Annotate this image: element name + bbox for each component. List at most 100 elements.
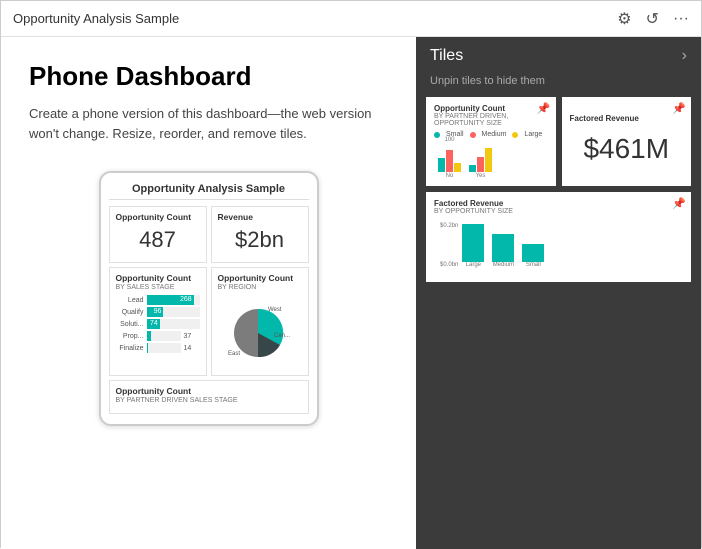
phone-revenue-tile[interactable]: Revenue $2bn	[211, 206, 309, 263]
no-bar-large	[454, 163, 461, 172]
more-icon[interactable]: ···	[673, 10, 689, 28]
page-description: Create a phone version of this dashboard…	[29, 104, 388, 143]
opp-bar-chart: 100 No 100	[434, 141, 548, 179]
top-bar-title: Opportunity Analysis Sample	[13, 11, 179, 26]
bar-large	[462, 224, 484, 262]
bar-small	[522, 244, 544, 262]
factored-bars: Large Medium Small	[462, 223, 677, 268]
phone-middle-row: Opportunity Count BY SALES STAGE Lead 26…	[109, 267, 309, 376]
bar-fill-solution: 74	[147, 319, 160, 329]
pin-icon-2[interactable]: 📌	[672, 102, 686, 115]
bar-row-qualify: Qualify 96	[116, 307, 200, 317]
bar-value-proposal: 37	[184, 333, 200, 340]
bar-medium	[492, 234, 514, 262]
pin-icon-3[interactable]: 📌	[672, 197, 686, 210]
bar-row-finalize: Finalize 14	[116, 343, 200, 353]
factored-size-chart: $0.2bn $0.0bn Large Medium	[434, 219, 683, 268]
top-bar: Opportunity Analysis Sample ⚙ ↺ ···	[1, 1, 701, 37]
tile-factored-size[interactable]: Factored Revenue BY OPPORTUNITY SIZE 📌 $…	[426, 192, 691, 282]
pie-label-east: East	[228, 351, 240, 357]
tile-factored-revenue[interactable]: Factored Revenue 📌 $461M	[562, 97, 692, 186]
bar-container-lead: 268	[147, 295, 200, 305]
phone-count-label: Opportunity Count	[116, 212, 200, 222]
tile-opp-title: Opportunity Count	[434, 104, 548, 113]
phone-bars: Lead 268 Qualify	[116, 295, 200, 353]
tiles-header: Tiles ›	[416, 37, 701, 75]
tile-opp-count-partner[interactable]: Opportunity Count BY PARTNER DRIVEN, OPP…	[426, 97, 556, 186]
tiles-arrow[interactable]: ›	[682, 47, 687, 65]
bar-group-small: Small	[522, 244, 544, 268]
y-label-top: $0.2bn	[440, 223, 458, 229]
phone-bottom-tile[interactable]: Opportunity Count BY PARTNER DRIVEN SALE…	[109, 380, 309, 414]
bar-row-lead: Lead 268	[116, 295, 200, 305]
bar-fill-proposal	[147, 331, 151, 341]
pie-label-west: West	[268, 307, 282, 313]
bar-fill-finalize	[147, 343, 149, 353]
bar-label-finalize: Finalize	[116, 345, 144, 352]
y-axis: $0.2bn $0.0bn	[440, 223, 458, 268]
phone-bar-label: Opportunity Count	[116, 273, 200, 283]
phone-bar-sub: BY SALES STAGE	[116, 284, 200, 291]
tiles-hint: Unpin tiles to hide them	[416, 75, 701, 97]
page-title: Phone Dashboard	[29, 61, 388, 92]
bar-container-solution: 74	[147, 319, 200, 329]
top-bar-icons: ⚙ ↺ ···	[617, 9, 689, 29]
settings-icon[interactable]: ⚙	[617, 9, 631, 29]
bar-value-finalize: 14	[184, 345, 200, 352]
tile-factored-title: Factored Revenue	[570, 114, 684, 123]
yes-label: Yes	[476, 173, 486, 179]
phone-bottom-label: Opportunity Count	[116, 386, 302, 396]
bar-label-proposal: Prop...	[116, 333, 144, 340]
no-bar-medium	[446, 150, 453, 172]
right-panel: Tiles › Unpin tiles to hide them Opportu…	[416, 37, 701, 549]
phone-region-label: Opportunity Count	[218, 273, 302, 283]
phone-top-row: Opportunity Count 487 Revenue $2bn	[109, 206, 309, 263]
pie-label-cen: Cen...	[274, 333, 290, 339]
phone-bar-tile[interactable]: Opportunity Count BY SALES STAGE Lead 26…	[109, 267, 207, 376]
yes-bar-small	[469, 165, 476, 172]
bar-group-medium: Medium	[492, 234, 514, 268]
phone-count-value: 487	[116, 223, 200, 257]
bar-container-finalize	[147, 343, 181, 353]
phone-region-sub: BY REGION	[218, 284, 302, 291]
bar-no-bars	[438, 144, 461, 172]
tiles-title: Tiles	[430, 47, 463, 65]
bar-row-proposal: Prop... 37	[116, 331, 200, 341]
phone-region-tile[interactable]: Opportunity Count BY REGION East West	[211, 267, 309, 376]
phone-dashboard-title: Opportunity Analysis Sample	[109, 183, 309, 200]
left-panel: Phone Dashboard Create a phone version o…	[1, 37, 416, 549]
bar-value-lead: 268	[180, 296, 192, 303]
undo-icon[interactable]: ↺	[646, 9, 659, 29]
bar-label-qualify: Qualify	[116, 309, 144, 316]
bar-container-qualify: 96	[147, 307, 200, 317]
bar-small-label: Small	[526, 262, 541, 268]
bar-label-solution: Soluti...	[116, 321, 144, 328]
bar-yes-bars	[469, 144, 492, 172]
tiles-grid: Opportunity Count BY PARTNER DRIVEN, OPP…	[416, 97, 701, 186]
bar-large-label: Large	[466, 262, 481, 268]
y-label-bottom: $0.0bn	[440, 262, 458, 268]
bar-axis-label-100: 100	[444, 137, 454, 143]
bar-value-qualify: 96	[154, 308, 162, 315]
tile-factored-size-title: Factored Revenue	[434, 199, 683, 208]
main-layout: Phone Dashboard Create a phone version o…	[1, 37, 701, 549]
bar-fill-qualify: 96	[147, 307, 164, 317]
phone-revenue-value: $2bn	[218, 223, 302, 257]
yes-bar-medium	[477, 157, 484, 172]
bar-medium-label: Medium	[493, 262, 514, 268]
no-bar-small	[438, 158, 445, 172]
phone-count-tile[interactable]: Opportunity Count 487	[109, 206, 207, 263]
tile-opp-sub: BY PARTNER DRIVEN, OPPORTUNITY SIZE	[434, 113, 548, 127]
bar-fill-lead: 268	[147, 295, 194, 305]
tiles-grid-2: Factored Revenue BY OPPORTUNITY SIZE 📌 $…	[416, 186, 701, 282]
tile-factored-value: $461M	[570, 123, 684, 169]
phone-bottom-sub: BY PARTNER DRIVEN SALES STAGE	[116, 397, 302, 404]
pin-icon-1[interactable]: 📌	[537, 102, 551, 115]
phone-mockup: Opportunity Analysis Sample Opportunity …	[99, 171, 319, 426]
bar-label-lead: Lead	[116, 297, 144, 304]
phone-revenue-label: Revenue	[218, 212, 302, 222]
bar-group-no: 100 No	[438, 137, 461, 179]
no-label: No	[446, 173, 454, 179]
yes-bar-large	[485, 148, 492, 172]
bar-row-solution: Soluti... 74	[116, 319, 200, 329]
